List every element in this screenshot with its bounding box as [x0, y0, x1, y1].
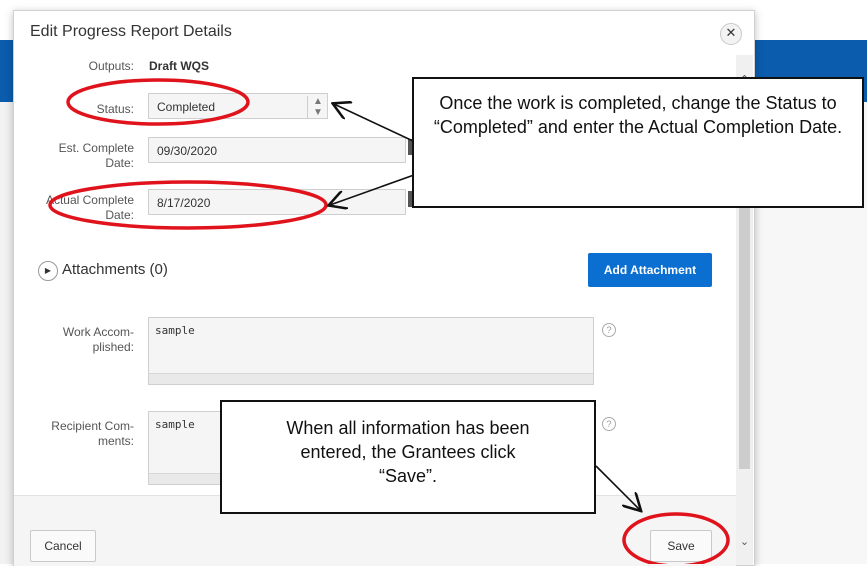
- arrow-to-save: [595, 465, 640, 510]
- actual-date-highlight-ellipse: [48, 180, 328, 230]
- instruction-callout-status: Once the work is completed, change the S…: [412, 77, 864, 208]
- instruction-callout-save: When all information has been entered, t…: [220, 400, 596, 514]
- save-highlight-ellipse: [622, 512, 730, 564]
- status-highlight-ellipse: [66, 78, 250, 126]
